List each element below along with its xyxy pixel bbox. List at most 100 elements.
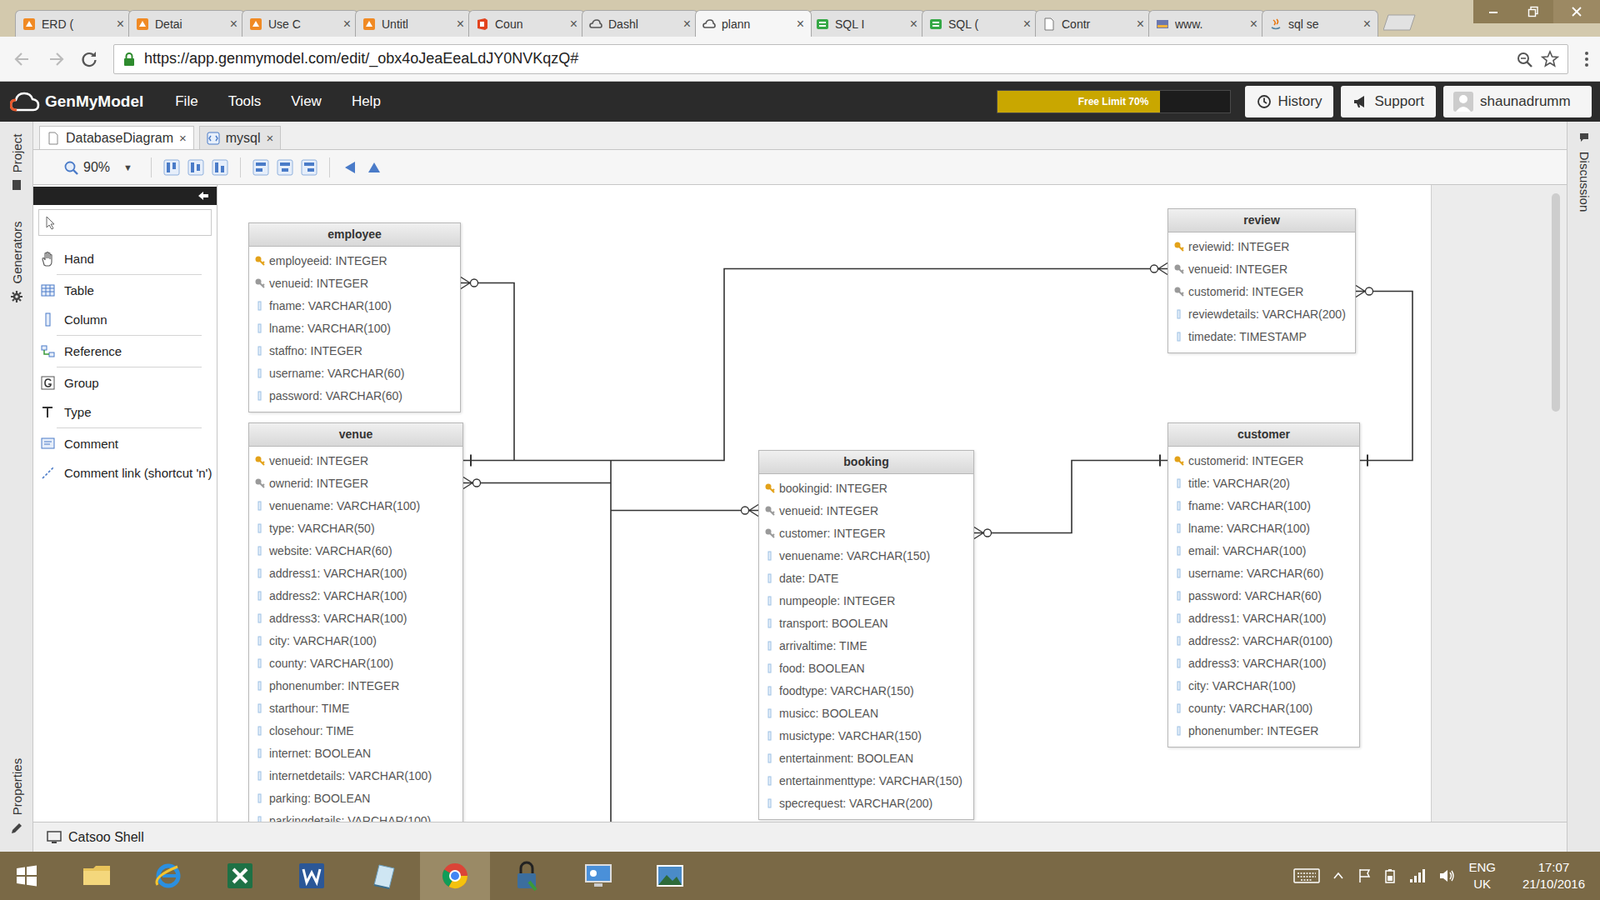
db-table[interactable]: bookingbookingid: INTEGERvenueid: INTEGE…	[758, 450, 975, 820]
table-column[interactable]: address2: VARCHAR(100)	[249, 584, 463, 607]
taskbar-app[interactable]	[205, 851, 275, 900]
side-tab[interactable]: Discussion	[1567, 143, 1600, 220]
table-column[interactable]: title: VARCHAR(20)	[1168, 471, 1360, 495]
palette-item[interactable]: Hand	[33, 244, 217, 274]
forward-icon[interactable]	[46, 50, 65, 69]
zoom-icon[interactable]	[1515, 50, 1533, 68]
table-column[interactable]: city: VARCHAR(100)	[1168, 674, 1360, 697]
star-icon[interactable]	[1540, 50, 1560, 69]
scrollbar-thumb[interactable]	[1551, 193, 1560, 412]
menu-item[interactable]: File	[160, 93, 213, 110]
reload-icon[interactable]	[80, 50, 99, 69]
table-column[interactable]: musicc: BOOLEAN	[759, 701, 974, 725]
browser-tab[interactable]: SQL I×	[808, 10, 925, 37]
table-column[interactable]: password: VARCHAR(60)	[1168, 584, 1360, 607]
zoom-icon[interactable]	[63, 160, 79, 175]
table-column[interactable]: internet: BOOLEAN	[249, 741, 463, 765]
table-column[interactable]: date: DATE	[759, 566, 974, 590]
table-column[interactable]: lname: VARCHAR(100)	[249, 316, 460, 340]
table-column[interactable]: city: VARCHAR(100)	[249, 629, 463, 652]
table-column[interactable]: customerid: INTEGER	[1168, 280, 1355, 303]
table-column[interactable]: lname: VARCHAR(100)	[1168, 516, 1360, 540]
show-hidden-icon[interactable]	[1331, 869, 1345, 883]
taskbar-app[interactable]	[420, 851, 490, 900]
table-column[interactable]: food: BOOLEAN	[759, 656, 974, 680]
palette-item[interactable]: Group	[33, 368, 217, 398]
table-column[interactable]: address3: VARCHAR(100)	[1168, 651, 1360, 675]
zoom-dropdown[interactable]: ▼	[123, 162, 133, 173]
pointer-icon[interactable]	[44, 215, 56, 230]
minimize-button[interactable]	[1473, 0, 1514, 24]
table-column[interactable]: email: VARCHAR(100)	[1168, 539, 1360, 562]
palette-item[interactable]: Comment link (shortcut 'n')	[33, 458, 217, 488]
table-column[interactable]: address1: VARCHAR(100)	[1168, 606, 1360, 630]
browser-tab[interactable]: sql se×	[1261, 10, 1379, 37]
tab-close-button[interactable]: ×	[116, 16, 125, 32]
browser-tab[interactable]: plann×	[695, 10, 812, 37]
palette-item[interactable]: Type	[33, 397, 217, 427]
tab-close-button[interactable]: ×	[910, 16, 918, 32]
editor-tab[interactable]: mysql×	[199, 125, 282, 150]
table-column[interactable]: reviewdetails: VARCHAR(200)	[1168, 302, 1355, 325]
table-column[interactable]: venueid: INTEGER	[249, 271, 460, 295]
db-table[interactable]: customercustomerid: INTEGERtitle: VARCHA…	[1167, 422, 1360, 748]
tab-close-button[interactable]: ×	[343, 16, 351, 32]
close-window-button[interactable]	[1553, 0, 1600, 24]
editor-tab[interactable]: DatabaseDiagram×	[39, 125, 195, 150]
table-column[interactable]: fname: VARCHAR(100)	[1168, 494, 1360, 517]
palette-item[interactable]: Table	[33, 275, 217, 305]
table-column[interactable]: address2: VARCHAR(0100)	[1168, 629, 1360, 652]
browser-tab[interactable]: Dashl×	[581, 10, 699, 37]
table-column[interactable]: musictype: VARCHAR(150)	[759, 724, 974, 747]
browser-tab[interactable]: Coun×	[468, 10, 585, 37]
db-table[interactable]: reviewreviewid: INTEGERvenueid: INTEGERc…	[1167, 208, 1356, 354]
volume-icon[interactable]	[1438, 867, 1457, 885]
table-column[interactable]: username: VARCHAR(60)	[1168, 561, 1360, 585]
table-column[interactable]: entertainmenttype: VARCHAR(150)	[759, 769, 974, 792]
browser-tab[interactable]: Untitl×	[355, 10, 472, 37]
table-column[interactable]: parking: BOOLEAN	[249, 786, 463, 810]
tab-close-button[interactable]: ×	[796, 16, 805, 32]
menu-item[interactable]: Tools	[213, 93, 277, 110]
align-bottom-icon[interactable]	[211, 159, 229, 176]
start-button[interactable]	[0, 851, 54, 900]
tab-close-button[interactable]: ×	[230, 16, 238, 32]
table-column[interactable]: employeeid: INTEGER	[249, 249, 460, 272]
table-column[interactable]: fname: VARCHAR(100)	[249, 294, 460, 317]
table-column[interactable]: customerid: INTEGER	[1168, 449, 1360, 472]
side-tab[interactable]: Generators	[0, 215, 34, 290]
palette-item[interactable]: Comment	[33, 429, 217, 459]
table-column[interactable]: ownerid: INTEGER	[249, 471, 463, 495]
table-column[interactable]: staffno: INTEGER	[249, 339, 460, 362]
align-middle-icon[interactable]	[187, 159, 205, 176]
table-column[interactable]: foodtype: VARCHAR(150)	[759, 679, 974, 702]
tab-close-button[interactable]: ×	[456, 16, 465, 32]
new-tab-icon[interactable]	[1383, 13, 1417, 32]
align-center-icon[interactable]	[276, 159, 294, 176]
browser-tab[interactable]: SQL (×	[921, 10, 1039, 37]
maximize-button[interactable]	[1513, 0, 1554, 24]
tab-close-button[interactable]: ×	[570, 16, 578, 32]
browser-tab[interactable]: www.×	[1148, 10, 1265, 37]
table-column[interactable]: phonenumber: INTEGER	[1168, 719, 1360, 742]
browser-tab[interactable]: Use C×	[241, 10, 359, 37]
table-column[interactable]: venueid: INTEGER	[759, 499, 974, 522]
shell-bar[interactable]: Catsoo Shell	[33, 821, 1567, 852]
table-column[interactable]: venuename: VARCHAR(150)	[759, 544, 974, 567]
battery-icon[interactable]	[1383, 867, 1397, 885]
table-column[interactable]: entertainment: BOOLEAN	[759, 746, 974, 770]
zoom-value[interactable]: 90%	[83, 160, 110, 175]
taskbar-app[interactable]	[491, 851, 562, 900]
side-tab[interactable]: Properties	[0, 751, 34, 822]
collapse-arrow-icon[interactable]	[196, 190, 210, 202]
db-table[interactable]: venuevenueid: INTEGERownerid: INTEGERven…	[248, 422, 464, 822]
table-column[interactable]: specrequest: VARCHAR(200)	[759, 791, 974, 815]
flag-icon[interactable]	[1356, 867, 1372, 885]
user-button[interactable]: shaunadrumm	[1443, 85, 1592, 118]
table-column[interactable]: venueid: INTEGER	[249, 449, 463, 472]
table-column[interactable]: internetdetails: VARCHAR(100)	[249, 764, 463, 787]
palette-item[interactable]: Reference	[33, 336, 217, 366]
table-column[interactable]: type: VARCHAR(50)	[249, 516, 463, 540]
diagram-canvas[interactable]: employeeemployeeid: INTEGERvenueid: INTE…	[217, 185, 1432, 822]
table-column[interactable]: county: VARCHAR(100)	[249, 651, 463, 675]
